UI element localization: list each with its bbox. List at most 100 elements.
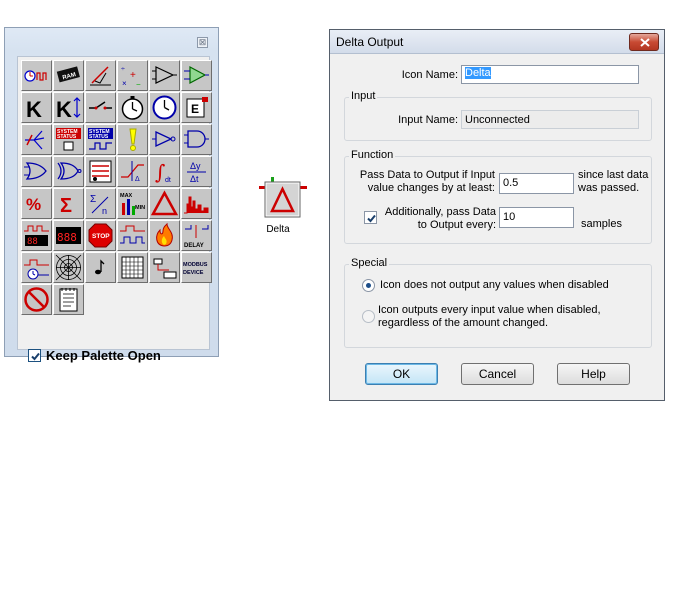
table-grid-icon[interactable] [117, 252, 148, 283]
histogram-icon[interactable] [181, 188, 212, 219]
comparator-icon[interactable] [149, 60, 180, 91]
system-status-icon[interactable]: SYSTEM STATUS [53, 124, 84, 155]
delta-ratio-icon[interactable]: Δy Δt [181, 156, 212, 187]
notepad-icon[interactable] [53, 284, 84, 315]
pass-threshold-input[interactable]: 0.5 [499, 173, 574, 194]
icon-name-value: Delta [465, 67, 491, 79]
dialog-title: Delta Output [336, 35, 404, 49]
help-button[interactable]: Help [557, 363, 630, 385]
palette-grid: RAM ÷ + × − K K E SYSTEM STATUS SYSTEM S… [21, 60, 212, 315]
constant-k-icon[interactable]: K [21, 92, 52, 123]
average-icon[interactable]: Σn [85, 188, 116, 219]
svg-text:Δ: Δ [135, 176, 140, 183]
samples-label: samples [581, 218, 622, 230]
stop-label: STOP [92, 233, 110, 240]
modbus-device-icon[interactable]: MODBUS DEVICE [181, 252, 212, 283]
dialog-close-button[interactable] [629, 33, 659, 51]
function-group-title: Function [349, 149, 396, 161]
delta-icon-caption: Delta [266, 224, 290, 235]
no-entry-gauge-icon[interactable] [21, 284, 52, 315]
music-note-icon[interactable] [85, 252, 116, 283]
icon-name-label: Icon Name: [401, 69, 458, 81]
n-label: n [102, 206, 107, 216]
delta-t-label: Δt [190, 174, 199, 184]
percent-icon[interactable]: % [21, 188, 52, 219]
palette-close-icon[interactable]: ⊠ [197, 37, 208, 48]
variable-k-icon[interactable]: K [53, 92, 84, 123]
keep-palette-open-checkbox[interactable]: Keep Palette Open [28, 348, 161, 363]
math-operators-icon[interactable]: ÷ + × − [117, 60, 148, 91]
io-device-icon[interactable] [149, 252, 180, 283]
e-label: E [191, 102, 199, 116]
min-label: MIN [135, 205, 145, 211]
sigma-label: Σ [60, 195, 72, 217]
seven-segment-icon[interactable]: 888 [53, 220, 84, 251]
checkmark-icon [31, 352, 40, 361]
delta-icon[interactable] [149, 188, 180, 219]
delta-output-dialog: Delta Output Icon Name: Delta Input Inpu… [329, 29, 665, 401]
web-icon[interactable] [53, 252, 84, 283]
input-name-value: Unconnected [461, 110, 639, 129]
comparator-green-icon[interactable] [181, 60, 212, 91]
radio-output-every-value[interactable] [362, 310, 375, 323]
additionally-checkbox[interactable] [364, 211, 377, 224]
max-min-icon[interactable]: MAX MIN [117, 188, 148, 219]
radio-no-output-when-disabled[interactable] [362, 279, 375, 292]
stopwatch-icon[interactable] [117, 92, 148, 123]
svg-text:888: 888 [57, 231, 77, 244]
radio-output-every-label-line2: regardless of the amount changed. [378, 317, 549, 329]
svg-text:−: − [136, 80, 141, 89]
ok-button[interactable]: OK [365, 363, 438, 385]
max-label: MAX [120, 193, 133, 199]
derivative-icon[interactable]: Δ [117, 156, 148, 187]
samples-input[interactable]: 10 [499, 207, 574, 228]
buffer-gate-icon[interactable] [149, 124, 180, 155]
icon-palette-window: ⊠ RAM ÷ + × − K K E SYSTEM STATUS SYSTEM… [4, 27, 219, 363]
pass-data-label-line1: Pass Data to Output if Input [359, 169, 495, 181]
icon-name-input[interactable]: Delta [461, 65, 639, 84]
system-status-pulse-icon[interactable]: SYSTEM STATUS [85, 124, 116, 155]
checkbox-box[interactable] [28, 349, 41, 362]
timing-icon[interactable] [117, 220, 148, 251]
radio-no-output-label: Icon does not output any values when dis… [380, 279, 609, 291]
percent-label: % [26, 195, 41, 214]
pass-data-label-line2: value changes by at least: [367, 182, 495, 194]
or-gate-icon[interactable] [21, 156, 52, 187]
clock-wave-icon[interactable] [21, 60, 52, 91]
palette-panel: RAM ÷ + × − K K E SYSTEM STATUS SYSTEM S… [17, 56, 212, 363]
and-gate-icon[interactable] [181, 124, 212, 155]
delay-label: DELAY [184, 243, 204, 249]
counter-e-icon[interactable]: E [181, 92, 212, 123]
flow-icon[interactable] [21, 252, 52, 283]
additionally-label-line2: to Output every: [417, 219, 496, 231]
input-name-label: Input Name: [398, 114, 458, 126]
close-icon [640, 38, 650, 47]
svg-text:÷: ÷ [121, 66, 125, 73]
needle-gauge-icon[interactable] [85, 60, 116, 91]
keep-palette-open-label: Keep Palette Open [46, 348, 161, 363]
alarm-flame-icon[interactable] [149, 220, 180, 251]
device-label: DEVICE [183, 270, 204, 276]
switch-icon[interactable] [85, 92, 116, 123]
cancel-button[interactable]: Cancel [461, 363, 534, 385]
sequence-icon[interactable] [85, 156, 116, 187]
dialog-titlebar[interactable]: Delta Output [330, 30, 664, 54]
ram-chip-icon[interactable]: RAM [53, 60, 84, 91]
k-label: K [26, 97, 42, 122]
k-label: K [56, 97, 72, 122]
digital-display-icon[interactable]: 88 [21, 220, 52, 251]
input-group-title: Input [349, 90, 378, 102]
delta-y-label: Δy [190, 161, 201, 171]
status-label: STATUS [57, 134, 77, 140]
clock-icon[interactable] [149, 92, 180, 123]
signal-splitter-icon[interactable] [21, 124, 52, 155]
delay-icon[interactable]: DELAY [181, 220, 212, 251]
stop-sign-icon[interactable]: STOP [85, 220, 116, 251]
exclamation-icon[interactable] [117, 124, 148, 155]
dt-label: dt [165, 177, 171, 184]
sum-icon[interactable]: Σ [53, 188, 84, 219]
integral-icon[interactable]: ∫ dt [149, 156, 180, 187]
special-group-title: Special [349, 257, 390, 269]
xor-gate-icon[interactable] [53, 156, 84, 187]
svg-text:×: × [122, 79, 127, 88]
